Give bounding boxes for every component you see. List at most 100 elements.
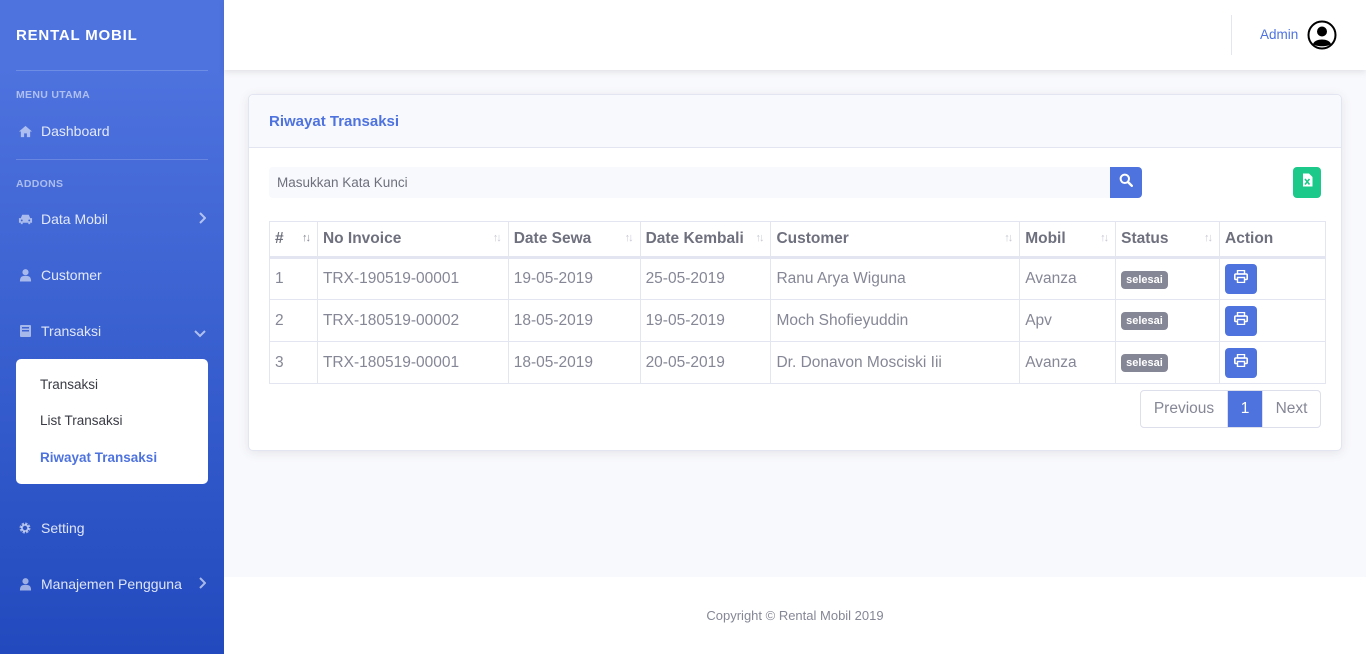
column-header-date-sewa[interactable]: Date Sewa ↑↓ (507, 221, 641, 259)
cell-row-number: 3 (269, 341, 318, 384)
column-header-number[interactable]: # ↑↓ (269, 221, 318, 259)
cell-mobil: Avanza (1019, 257, 1117, 300)
home-icon (17, 123, 33, 139)
copyright-text: Copyright © Rental Mobil 2019 (706, 608, 884, 623)
cell-date-kembali: 25-05-2019 (639, 257, 772, 300)
pagination-previous[interactable]: Previous (1141, 391, 1228, 427)
transaksi-submenu: Transaksi List Transaksi Riwayat Transak… (16, 359, 208, 484)
sidebar-item-transaksi[interactable]: Transaksi (0, 311, 224, 351)
status-badge: selesai (1121, 270, 1168, 289)
topbar: Admin (224, 0, 1366, 70)
file-excel-icon (1302, 173, 1313, 192)
column-header-date-kembali[interactable]: Date Kembali ↑↓ (639, 221, 772, 259)
cell-invoice: TRX-180519-00001 (316, 341, 509, 384)
submenu-item-riwayat-transaksi[interactable]: Riwayat Transaksi (40, 450, 157, 465)
pagination: Previous 1 Next (1140, 390, 1321, 428)
chevron-right-icon (198, 211, 207, 227)
submenu-item-list-transaksi[interactable]: List Transaksi (40, 413, 123, 428)
chevron-right-icon (198, 576, 207, 592)
column-header-no-invoice[interactable]: No Invoice ↑↓ (316, 221, 509, 259)
chevron-down-icon (194, 325, 206, 341)
sidebar-item-data-mobil[interactable]: Data Mobil (0, 199, 224, 239)
column-header-customer[interactable]: Customer ↑↓ (770, 221, 1021, 259)
card-title: Riwayat Transaksi (249, 95, 1341, 148)
riwayat-card: Riwayat Transaksi #↑↓ No Invoice↑↓ Date … (248, 94, 1342, 451)
submenu-item-transaksi[interactable]: Transaksi (40, 377, 98, 392)
cell-date-sewa: 19-05-2019 (507, 257, 641, 300)
cell-status: selesai (1115, 299, 1221, 342)
user-icon (17, 267, 33, 283)
cell-action (1219, 299, 1326, 342)
cell-date-kembali: 19-05-2019 (639, 299, 772, 342)
gear-icon (17, 520, 33, 536)
cell-customer: Dr. Donavon Mosciski Iii (770, 341, 1021, 384)
cell-date-sewa: 18-05-2019 (507, 341, 641, 384)
sidebar-item-label: Dashboard (41, 123, 110, 139)
print-button[interactable] (1225, 347, 1258, 378)
search-button[interactable] (1110, 167, 1142, 198)
table-header-row: # ↑↓ No Invoice ↑↓ Date Sewa ↑↓ Date Kembal… (269, 221, 1326, 259)
sidebar-item-label: Customer (41, 267, 102, 283)
sidebar-heading-addons: ADDONS (16, 178, 64, 190)
print-icon (1234, 353, 1249, 372)
cell-date-kembali: 20-05-2019 (639, 341, 772, 384)
sidebar-brand[interactable]: RENTAL MOBIL (0, 0, 224, 70)
car-icon (17, 211, 33, 227)
print-button[interactable] (1225, 264, 1258, 294)
sidebar-item-manajemen-pengguna[interactable]: Manajemen Pengguna (0, 564, 224, 604)
cell-action (1219, 341, 1326, 384)
sort-icon: ↑↓ (492, 232, 502, 244)
pagination-next[interactable]: Next (1262, 391, 1320, 427)
cell-action (1219, 257, 1326, 300)
cell-row-number: 1 (269, 257, 318, 300)
sidebar-item-label: Manajemen Pengguna (41, 576, 182, 592)
cell-customer: Moch Shofieyuddin (770, 299, 1021, 342)
cell-mobil: Apv (1019, 299, 1117, 342)
column-header-mobil[interactable]: Mobil ↑↓ (1019, 221, 1117, 259)
cell-row-number: 2 (269, 299, 318, 342)
sidebar-item-setting[interactable]: Setting (0, 508, 224, 548)
sort-icon: ↑↓ (1004, 232, 1013, 244)
search-icon (1119, 173, 1133, 192)
status-badge: selesai (1121, 312, 1168, 330)
table-row: 3 TRX-180519-00001 18-05-2019 20-05-2019 Dr.… (269, 341, 1326, 384)
cell-status: selesai (1115, 257, 1221, 300)
transactions-table: # ↑↓ No Invoice ↑↓ Date Sewa ↑↓ Date Kembal… (269, 221, 1326, 384)
sidebar-heading-main: MENU UTAMA (16, 89, 90, 101)
cell-status: selesai (1115, 341, 1221, 384)
table-row: 2 TRX-180519-00002 18-05-2019 19-05-2019 Moc… (269, 299, 1326, 342)
cell-customer: Ranu Arya Wiguna (770, 257, 1021, 300)
sidebar-item-label: Transaksi (41, 323, 102, 339)
sidebar-item-label: Data Mobil (41, 211, 108, 227)
sidebar-divider (16, 70, 208, 71)
avatar-icon[interactable] (1307, 20, 1337, 50)
sort-icon: ↑↓ (755, 232, 764, 244)
search-input[interactable] (269, 167, 1110, 198)
sort-icon: ↑↓ (1204, 232, 1213, 244)
sort-icon: ↑↓ (1100, 232, 1109, 244)
cell-mobil: Avanza (1019, 341, 1117, 384)
pagination-page-1[interactable]: 1 (1228, 391, 1262, 427)
sidebar-item-customer[interactable]: Customer (0, 255, 224, 295)
column-header-action: Action (1219, 221, 1326, 259)
column-header-status[interactable]: Status ↑↓ (1115, 221, 1221, 259)
sort-icon: ↑↓ (624, 232, 634, 244)
topbar-divider (1231, 15, 1232, 55)
print-icon (1234, 311, 1249, 330)
cell-invoice: TRX-190519-00001 (316, 257, 509, 300)
table-row: 1 TRX-190519-00001 19-05-2019 25-05-2019 Ran… (269, 257, 1326, 300)
sidebar-divider (16, 159, 208, 160)
user-name[interactable]: Admin (1260, 27, 1298, 42)
status-badge: selesai (1121, 354, 1168, 372)
sidebar: RENTAL MOBIL MENU UTAMA Dashboard ADDONS… (0, 0, 224, 654)
print-button[interactable] (1225, 305, 1258, 336)
export-excel-button[interactable] (1293, 167, 1321, 198)
footer: Copyright © Rental Mobil 2019 (224, 577, 1366, 654)
book-icon (17, 323, 33, 339)
cell-date-sewa: 18-05-2019 (507, 299, 641, 342)
print-icon (1234, 269, 1249, 288)
user-icon (17, 576, 33, 592)
sort-icon: ↑↓ (301, 232, 311, 244)
sidebar-item-dashboard[interactable]: Dashboard (0, 111, 224, 151)
cell-invoice: TRX-180519-00002 (316, 299, 509, 342)
